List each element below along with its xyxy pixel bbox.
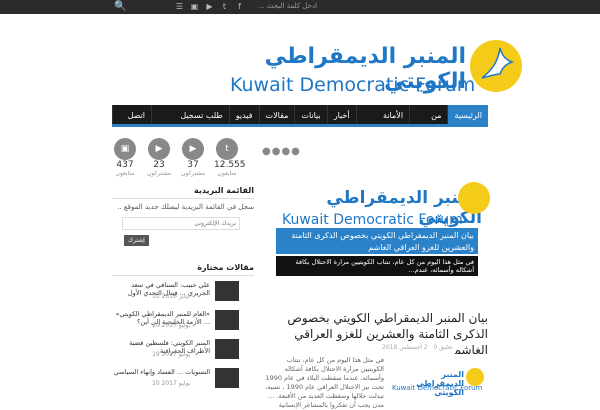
slider-logo-english: Kuwait Democratic Forum (282, 212, 463, 228)
top-bar: 🔍 ادخل كلمة البحث ... ☰ ▣ ▶ t f (0, 0, 600, 14)
thumb-logo-sun (466, 368, 484, 386)
article-thumb[interactable] (215, 281, 239, 301)
social-counters: ▣ 437 متابعون ▶ 23 مشتركون ▶ 37 مشتركون … (112, 138, 254, 177)
nav-video[interactable]: فيديو (228, 105, 259, 124)
sidebar: ▣ 437 متابعون ▶ 23 مشتركون ▶ 37 مشتركون … (112, 138, 254, 392)
facebook-icon[interactable]: f (235, 2, 244, 11)
list-item[interactable]: علي حبيب: السنافي في سعد الجريري ... فيت… (112, 281, 254, 305)
newsletter-text: سجل في القائمة البريدية ليصلك جديد الموق… (117, 203, 254, 211)
nav-secretariat[interactable]: الأمانة العامة (355, 105, 409, 142)
nav-membership[interactable]: طلب تسجيل عضوية (151, 105, 229, 142)
social-icons: ☰ ▣ ▶ t f (175, 2, 244, 11)
youtube-icon[interactable]: ▶ (205, 2, 214, 11)
email-field[interactable] (122, 217, 240, 230)
main-content: ●●●● المنبر الديمقراطي الكويتي Kuwait De… (262, 146, 490, 409)
search-input[interactable]: ادخل كلمة البحث ... (258, 2, 317, 10)
slider-dots[interactable]: ●●●● (262, 146, 488, 157)
twitter-counter[interactable]: t 12.555 متابعون (214, 138, 246, 177)
instagram-counter[interactable]: ▣ 437 متابعون (112, 138, 138, 177)
instagram-icon[interactable]: ▣ (190, 2, 199, 11)
article-thumb[interactable] (215, 368, 239, 388)
nav-news[interactable]: أخبار (326, 105, 356, 124)
twitter-icon[interactable]: t (220, 2, 229, 11)
featured-slider[interactable]: المنبر الديمقراطي الكويتي Kuwait Democra… (262, 180, 490, 276)
articles-title: مقالات مختارة (112, 260, 254, 276)
logo-english[interactable]: Kuwait Democratic Forum (230, 74, 475, 96)
post-title[interactable]: بيان المنبر الديمقراطي الكويتي بخصوص الذ… (262, 310, 488, 358)
post-excerpt: في مثل هذا اليوم من كل عام، تنتاب الكويت… (265, 356, 384, 409)
article-thumb[interactable] (215, 310, 239, 330)
list-item[interactable]: التسويات ... الفساد وإنهاء السياسي 10 يو… (112, 368, 254, 392)
youtube-icon: ▶ (148, 138, 170, 160)
youtube-counter-2[interactable]: ▶ 23 مشتركون (146, 138, 172, 177)
instagram-icon: ▣ (114, 138, 136, 160)
youtube-icon: ▶ (182, 138, 204, 160)
nav-statements[interactable]: بيانات (294, 105, 326, 124)
slider-logo-sun (458, 182, 490, 214)
bird-icon (481, 47, 515, 79)
main-nav: الرئيسية من نحن الأمانة العامة أخبار بيا… (112, 105, 488, 142)
post-date: 2 أغسطس 2018 (382, 344, 428, 351)
slider-excerpt: في مثل هذا اليوم من كل عام، تنتاب الكويت… (276, 256, 478, 276)
subscribe-button[interactable]: إشترك (124, 235, 149, 246)
header: المنبر الديمقراطي الكويتي Kuwait Democra… (0, 14, 600, 102)
post-thumbnail[interactable]: المنبر الديمقراطي الكويتي Kuwait Democra… (390, 354, 486, 400)
search-icon[interactable]: 🔍 (114, 1, 126, 12)
post-meta: تعليق 0 2 أغسطس 2018 (382, 344, 453, 351)
rss-icon[interactable]: ☰ (175, 2, 184, 11)
list-item[interactable]: «العام للمنبر الديمقراطي الكويتي» ... ال… (112, 310, 254, 334)
nav-home[interactable]: الرئيسية (447, 105, 488, 124)
slider-caption[interactable]: بيان المنبر الديمقراطي الكويتي بخصوص الذ… (276, 228, 478, 254)
newsletter-title: القائمة البريدية (112, 183, 254, 199)
list-item[interactable]: المنبر الكويتي: فلسطين قضية الأطراف الجغ… (112, 339, 254, 363)
post-comments[interactable]: تعليق 0 (433, 344, 452, 351)
nav-contact[interactable]: اتصل بنا (112, 105, 151, 142)
nav-articles[interactable]: مقالات (258, 105, 295, 124)
youtube-counter[interactable]: ▶ 37 مشتركون (180, 138, 206, 177)
twitter-icon: t (216, 138, 238, 160)
article-thumb[interactable] (215, 339, 239, 359)
nav-about[interactable]: من نحن (409, 105, 447, 142)
